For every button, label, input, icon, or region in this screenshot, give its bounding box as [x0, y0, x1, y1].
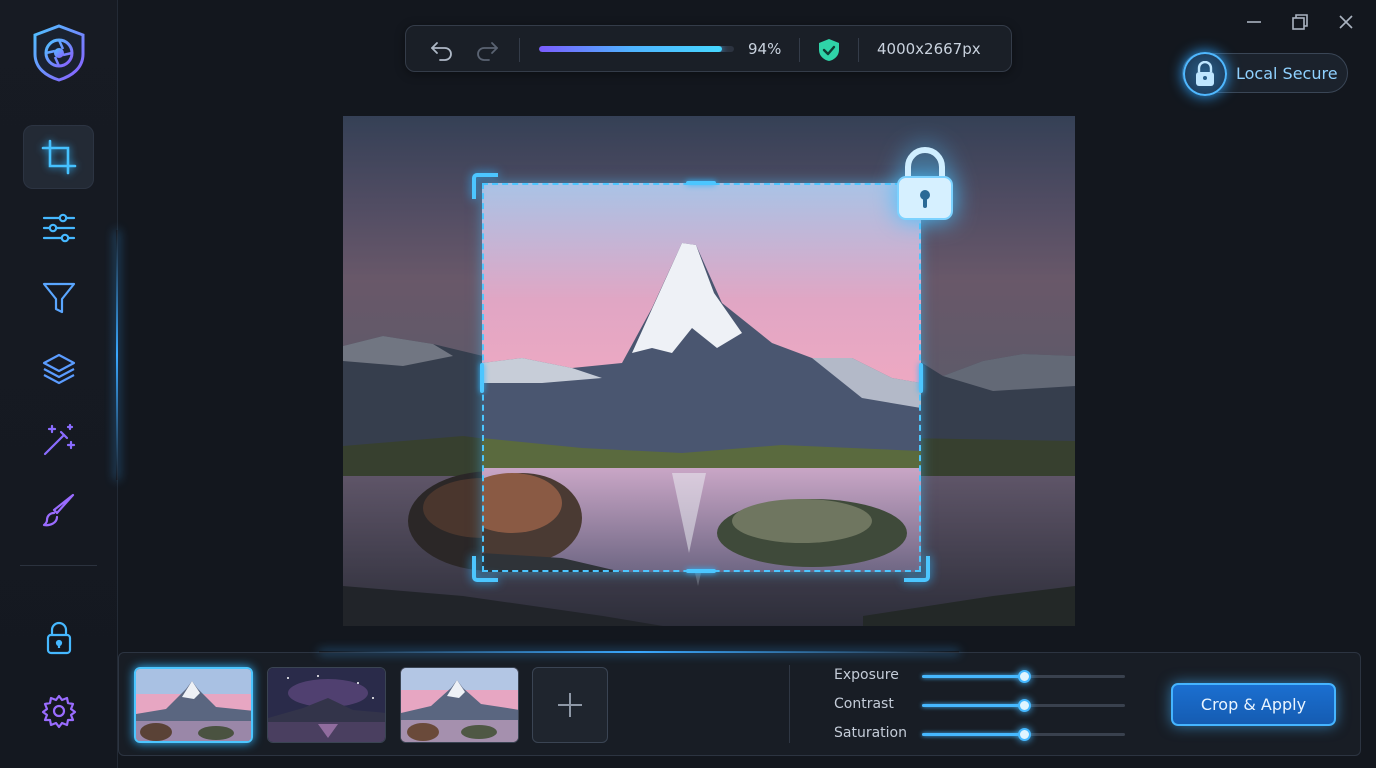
slider-knob-saturation[interactable]: [1017, 728, 1031, 741]
undo-icon[interactable]: [429, 37, 455, 63]
thumbnail-1[interactable]: [134, 667, 253, 743]
slider-exposure: Exposure: [834, 666, 1134, 686]
shield-check-icon: [819, 39, 839, 61]
progress-fill: [539, 46, 723, 52]
sliders-icon: [42, 213, 75, 243]
plus-icon: [558, 693, 582, 717]
crop-handle-bottom-right[interactable]: [904, 556, 930, 582]
tool-crop[interactable]: [23, 125, 94, 189]
toolbar-divider: [799, 38, 800, 62]
tool-settings[interactable]: [23, 679, 94, 743]
slider-label-exposure: Exposure: [834, 667, 899, 683]
sidebar-divider: [20, 565, 97, 566]
crop-icon: [41, 139, 76, 175]
close-icon[interactable]: [1336, 12, 1356, 32]
app-logo-shield-icon: [33, 24, 85, 82]
crop-handle-bottom[interactable]: [686, 569, 716, 573]
secure-lock-button[interactable]: [1183, 52, 1227, 96]
slider-contrast: Contrast: [834, 695, 1134, 715]
aspect-lock-icon[interactable]: [892, 143, 958, 223]
slider-label-saturation: Saturation: [834, 725, 907, 741]
bottom-panel: Exposure Contrast Saturation Crop & Apply: [118, 651, 1361, 756]
thumbnail-night-sky: [268, 668, 385, 742]
tool-layers[interactable]: [23, 337, 94, 401]
crop-apply-button[interactable]: Crop & Apply: [1171, 683, 1336, 726]
slider-label-contrast: Contrast: [834, 696, 894, 712]
crop-handle-left[interactable]: [480, 363, 484, 393]
local-secure-badge[interactable]: Local Secure: [1182, 52, 1348, 96]
slider-fill-exposure: [922, 675, 1024, 678]
gear-icon: [41, 694, 76, 729]
crop-handle-bottom-left[interactable]: [472, 556, 498, 582]
toolbar-divider: [858, 38, 859, 62]
image-dimensions: 4000x2667px: [877, 40, 981, 58]
tool-magic[interactable]: [23, 408, 94, 472]
tool-filter[interactable]: [23, 266, 94, 330]
magic-wand-icon: [43, 423, 75, 456]
restore-icon[interactable]: [1290, 12, 1310, 32]
slider-knob-contrast[interactable]: [1017, 699, 1031, 712]
sidebar: [0, 0, 118, 768]
brush-icon: [42, 493, 74, 527]
crop-handle-top-left[interactable]: [472, 173, 498, 199]
slider-fill-contrast: [922, 704, 1024, 707]
tool-brush[interactable]: [23, 478, 94, 542]
crop-handle-top[interactable]: [686, 181, 716, 185]
panel-divider: [789, 665, 790, 743]
progress-label: 94%: [748, 40, 782, 58]
toolbar-divider: [519, 38, 520, 62]
padlock-icon: [1196, 61, 1214, 86]
tool-security[interactable]: [23, 606, 94, 670]
tool-adjust[interactable]: [23, 196, 94, 260]
thumbnail-2[interactable]: [267, 667, 386, 743]
filter-icon: [42, 282, 75, 314]
slider-fill-saturation: [922, 733, 1024, 736]
progress-bar: [539, 46, 734, 52]
slider-knob-exposure[interactable]: [1017, 670, 1031, 683]
layers-icon: [42, 353, 75, 385]
crop-handle-right[interactable]: [919, 363, 923, 393]
slider-track-contrast[interactable]: [922, 699, 1125, 712]
local-secure-label: Local Secure: [1236, 64, 1338, 83]
thumbnail-3[interactable]: [400, 667, 519, 743]
top-toolbar: 94% 4000x2667px: [405, 25, 1012, 72]
thumbnail-mountain-sunset: [136, 669, 251, 741]
thumbnail-mountain-lake: [401, 668, 518, 742]
minimize-icon[interactable]: [1244, 12, 1264, 32]
redo-icon[interactable]: [474, 37, 500, 63]
slider-track-exposure[interactable]: [922, 670, 1125, 683]
add-image-button[interactable]: [532, 667, 608, 743]
slider-saturation: Saturation: [834, 724, 1134, 744]
crop-frame[interactable]: [482, 183, 921, 572]
slider-track-saturation[interactable]: [922, 728, 1125, 741]
lock-icon: [46, 621, 71, 655]
